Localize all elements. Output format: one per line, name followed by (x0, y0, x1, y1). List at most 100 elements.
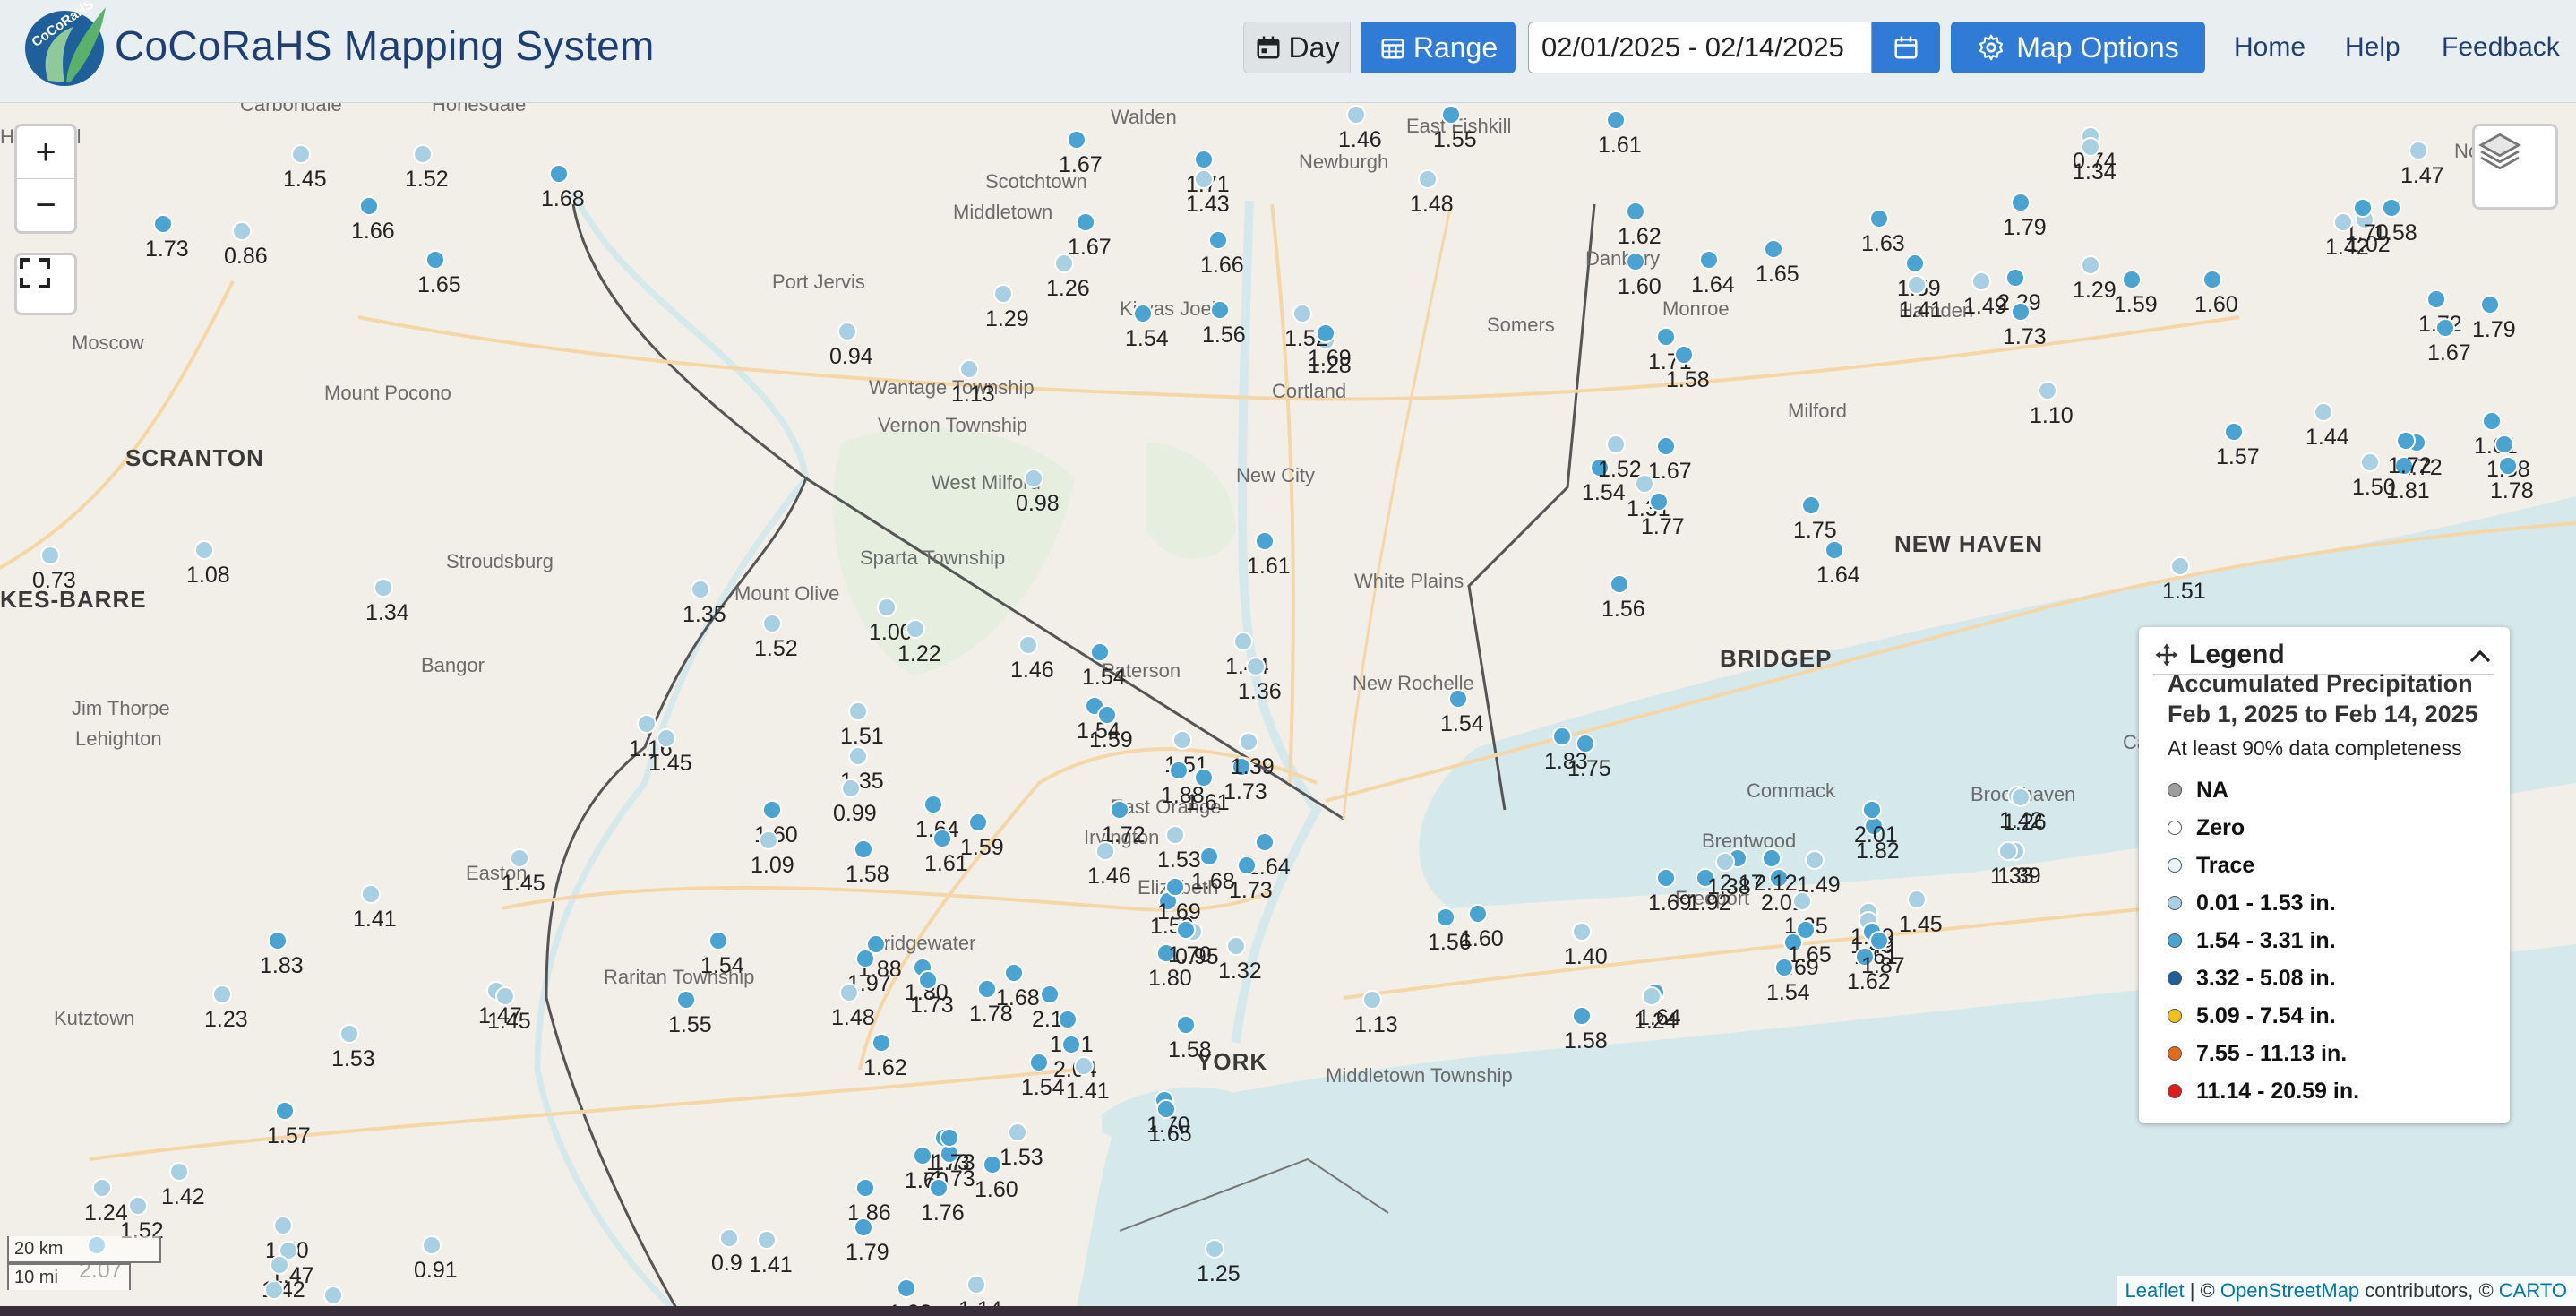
station-marker[interactable] (1172, 730, 1192, 750)
station-marker[interactable] (2494, 434, 2514, 454)
station-marker[interactable] (657, 728, 676, 748)
station-marker[interactable] (1133, 304, 1153, 323)
station-marker[interactable] (2081, 255, 2100, 275)
station-marker[interactable] (2480, 295, 2500, 314)
station-marker[interactable] (1436, 907, 1455, 927)
station-marker[interactable] (1774, 958, 1794, 977)
station-marker[interactable] (359, 196, 379, 216)
station-marker[interactable] (1074, 1056, 1094, 1076)
station-marker[interactable] (1656, 868, 1676, 888)
station-marker[interactable] (232, 221, 252, 241)
station-marker[interactable] (1226, 936, 1246, 956)
station-marker[interactable] (1642, 986, 1662, 1006)
station-marker[interactable] (872, 1033, 891, 1053)
station-marker[interactable] (719, 1228, 739, 1248)
station-marker[interactable] (637, 714, 657, 734)
station-marker[interactable] (1418, 169, 1438, 189)
station-marker[interactable] (264, 1280, 284, 1300)
station-marker[interactable] (977, 979, 997, 999)
station-marker[interactable] (854, 1217, 873, 1237)
station-marker[interactable] (759, 830, 778, 850)
station-marker[interactable] (1715, 852, 1735, 872)
station-marker[interactable] (2353, 198, 2373, 218)
station-marker[interactable] (212, 985, 232, 1004)
layers-button[interactable] (2472, 124, 2558, 210)
station-marker[interactable] (839, 983, 859, 1002)
move-icon[interactable] (2153, 641, 2180, 668)
station-marker[interactable] (1004, 963, 1024, 983)
station-marker[interactable] (855, 949, 875, 968)
station-marker[interactable] (923, 795, 943, 814)
station-marker[interactable] (425, 250, 445, 270)
station-marker[interactable] (1862, 800, 1882, 820)
station-marker[interactable] (1907, 890, 1927, 909)
station-marker[interactable] (1907, 275, 1927, 295)
station-marker[interactable] (273, 1216, 293, 1235)
station-marker[interactable] (1362, 990, 1382, 1010)
station-marker[interactable] (268, 931, 288, 950)
station-marker[interactable] (92, 1178, 112, 1198)
station-marker[interactable] (1255, 531, 1275, 551)
station-marker[interactable] (1024, 469, 1043, 488)
station-marker[interactable] (128, 1196, 148, 1216)
station-marker[interactable] (1233, 632, 1253, 651)
station-marker[interactable] (762, 614, 782, 633)
station-marker[interactable] (1169, 761, 1189, 780)
station-marker[interactable] (2382, 198, 2401, 218)
station-marker[interactable] (1825, 540, 1844, 560)
station-marker[interactable] (841, 778, 861, 798)
station-marker[interactable] (361, 884, 381, 904)
station-marker[interactable] (1205, 1239, 1224, 1259)
station-marker[interactable] (1971, 271, 1991, 291)
station-marker[interactable] (1656, 327, 1676, 347)
station-marker[interactable] (691, 580, 710, 599)
station-marker[interactable] (2011, 302, 2031, 322)
station-marker[interactable] (2011, 787, 2031, 807)
station-marker[interactable] (1110, 800, 1129, 820)
date-range-input[interactable] (1528, 22, 1872, 73)
station-marker[interactable] (848, 746, 868, 766)
station-marker[interactable] (1674, 345, 1694, 365)
leaflet-link[interactable]: Leaflet (2125, 1279, 2185, 1302)
station-marker[interactable] (762, 800, 782, 820)
station-marker[interactable] (2005, 268, 2025, 288)
station-marker[interactable] (855, 1178, 875, 1198)
station-marker[interactable] (2333, 212, 2353, 232)
station-marker[interactable] (1805, 850, 1825, 870)
station-marker[interactable] (757, 1230, 777, 1250)
station-marker[interactable] (1255, 832, 1275, 852)
nav-home-link[interactable]: Home (2234, 32, 2306, 63)
station-marker[interactable] (983, 1155, 1002, 1174)
station-marker[interactable] (1176, 1015, 1196, 1035)
station-marker[interactable] (1095, 841, 1115, 861)
station-marker[interactable] (913, 1146, 932, 1165)
station-marker[interactable] (339, 1024, 359, 1044)
station-marker[interactable] (1626, 202, 1645, 221)
station-marker[interactable] (1176, 920, 1196, 940)
station-marker[interactable] (1610, 574, 1629, 594)
station-marker[interactable] (854, 839, 873, 859)
station-marker[interactable] (1194, 150, 1214, 169)
station-marker[interactable] (1468, 904, 1488, 924)
station-marker[interactable] (1796, 920, 1816, 940)
station-marker[interactable] (2482, 411, 2502, 431)
station-marker[interactable] (966, 1275, 986, 1294)
station-marker[interactable] (1635, 474, 1654, 494)
station-marker[interactable] (932, 829, 952, 848)
station-marker[interactable] (549, 164, 569, 184)
station-marker[interactable] (1239, 732, 1258, 752)
station-marker[interactable] (2396, 431, 2416, 451)
station-marker[interactable] (1237, 856, 1257, 875)
map-options-button[interactable]: Map Options (1951, 22, 2205, 73)
station-marker[interactable] (1058, 1010, 1078, 1029)
zoom-in-button[interactable]: + (17, 126, 74, 178)
station-marker[interactable] (422, 1235, 442, 1255)
station-marker[interactable] (968, 813, 988, 832)
station-marker[interactable] (1054, 254, 1074, 273)
station-marker[interactable] (1165, 825, 1185, 845)
station-marker[interactable] (1097, 705, 1117, 725)
station-marker[interactable] (413, 144, 433, 164)
station-marker[interactable] (169, 1162, 189, 1182)
station-marker[interactable] (1210, 300, 1230, 320)
zoom-out-button[interactable]: − (17, 178, 74, 231)
